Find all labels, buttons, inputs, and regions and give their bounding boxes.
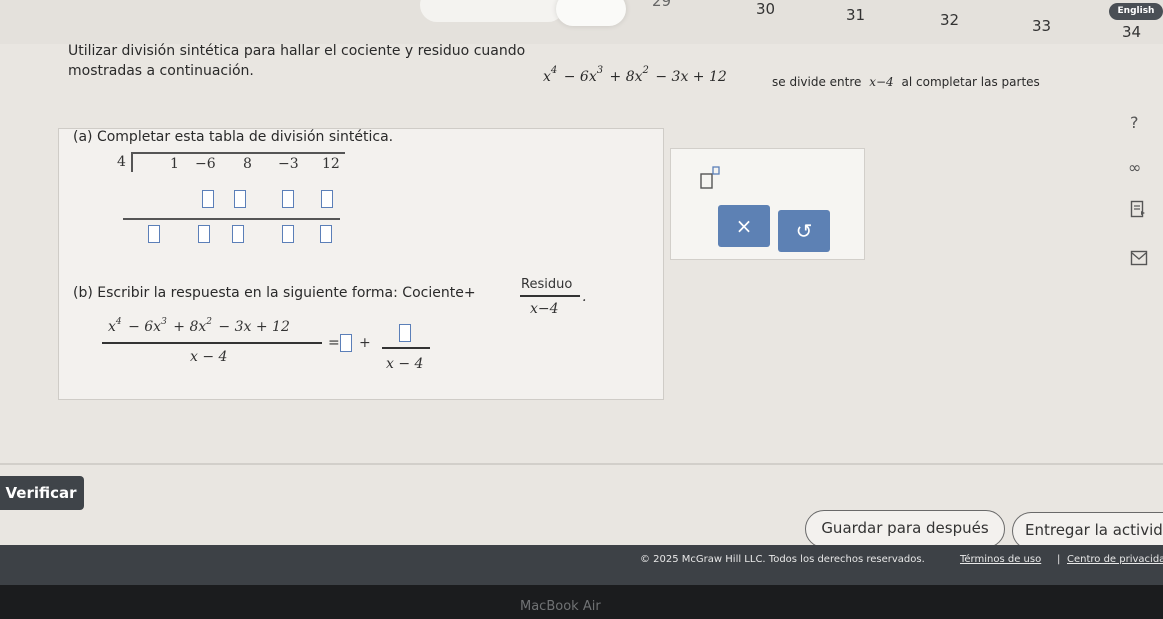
synthetic-product-input-2[interactable] <box>234 190 246 208</box>
question-nav-prev-pill[interactable] <box>420 0 565 22</box>
divisor-expr: x−4 <box>869 75 894 89</box>
plus-sign: + <box>359 335 371 351</box>
coefficient: 8 <box>243 156 252 172</box>
synthetic-divisor-bar <box>131 152 133 172</box>
undo-button[interactable]: ↺ <box>778 210 830 252</box>
synthetic-remainder-input[interactable] <box>320 225 332 243</box>
lhs-denominator: x − 4 <box>190 349 228 365</box>
bezel-brand: MacBook Air <box>520 599 601 614</box>
period: . <box>582 289 587 305</box>
poly-term: + 8x <box>605 69 643 85</box>
poly-exp: 2 <box>206 317 212 327</box>
question-32[interactable]: 32 <box>940 13 959 28</box>
message-icon[interactable] <box>1130 250 1148 266</box>
part-a-label: (a) Completar esta tabla de división sin… <box>73 129 394 145</box>
coefficient: 12 <box>322 156 340 172</box>
answer-card <box>58 128 664 400</box>
synthetic-sum-input-2[interactable] <box>198 225 210 243</box>
poly-exp: 2 <box>642 65 649 76</box>
prompt-line-2: mostradas a continuación. <box>68 63 254 79</box>
bottom-divider <box>0 463 1163 465</box>
exponent-template-icon[interactable] <box>700 166 720 190</box>
copyright-text: © 2025 McGraw Hill LLC. Todos los derech… <box>640 554 925 565</box>
question-nav-current-pill[interactable] <box>556 0 626 26</box>
lhs-fraction-bar <box>102 342 322 344</box>
question-33[interactable]: 33 <box>1032 19 1051 34</box>
help-icon[interactable]: ? <box>1130 115 1139 131</box>
poly-exp: 3 <box>596 65 604 76</box>
poly-exp: 4 <box>550 65 558 76</box>
prompt-divide-text: se divide entre x−4 al completar las par… <box>772 76 1040 88</box>
privacy-link[interactable]: Centro de privacidad <box>1067 555 1163 565</box>
prompt-text: Utilizar división sintética para hallar … <box>68 43 526 59</box>
synthetic-product-input-1[interactable] <box>202 190 214 208</box>
part-b-label: (b) Escribir la respuesta en la siguient… <box>73 285 476 301</box>
coefficient: −6 <box>195 156 216 172</box>
poly-exp: 4 <box>115 317 122 327</box>
footer <box>0 545 1163 585</box>
question-34[interactable]: 34 <box>1122 25 1141 40</box>
verify-button[interactable]: Verificar <box>0 476 84 510</box>
poly-term: − 3x + 12 <box>650 69 727 85</box>
prompt-polynomial: x4 − 6x3 + 8x2 − 3x + 12 <box>543 66 727 85</box>
footer-separator: | <box>1057 554 1061 565</box>
residuo-word: Residuo <box>521 277 573 292</box>
poly-term: + 8x <box>168 319 207 335</box>
part-b-denominator: x−4 <box>530 301 559 317</box>
synthetic-product-input-4[interactable] <box>321 190 333 208</box>
rhs-fraction-bar <box>382 347 430 349</box>
synthetic-product-input-3[interactable] <box>282 190 294 208</box>
prompt-line-1: Utilizar división sintética para hallar … <box>68 44 525 58</box>
synthetic-sum-input-1[interactable] <box>148 225 160 243</box>
question-30[interactable]: 30 <box>756 2 775 17</box>
prompt-text: se divide entre <box>772 75 862 89</box>
coefficient: 1 <box>170 156 179 172</box>
remainder-input[interactable] <box>399 324 411 342</box>
part-b-fraction-bar <box>520 295 580 297</box>
synthetic-sum-bar <box>123 218 340 220</box>
poly-term: x <box>543 69 551 85</box>
question-29[interactable]: 29 <box>652 0 671 9</box>
clear-button[interactable]: × <box>718 205 770 247</box>
rhs-denominator: x − 4 <box>386 356 424 372</box>
terms-link[interactable]: Términos de uso <box>960 555 1041 565</box>
synthetic-sum-input-4[interactable] <box>282 225 294 243</box>
poly-term: x <box>108 319 116 335</box>
coefficient: −3 <box>278 156 299 172</box>
synthetic-top-bar <box>131 152 345 154</box>
poly-term: − 6x <box>559 69 597 85</box>
prompt-text: al completar las partes <box>901 75 1040 89</box>
question-31[interactable]: 31 <box>846 8 865 23</box>
lhs-numerator: x4 − 6x3 + 8x2 − 3x + 12 <box>108 317 290 335</box>
synthetic-divisor: 4 <box>117 154 126 170</box>
ebook-icon[interactable] <box>1130 200 1146 218</box>
infinity-icon[interactable]: ∞ <box>1128 160 1141 176</box>
language-button[interactable]: English <box>1109 3 1163 20</box>
save-for-later-button[interactable]: Guardar para después <box>805 510 1005 548</box>
poly-term: − 6x <box>123 319 162 335</box>
equals-sign: = <box>328 335 340 351</box>
synthetic-sum-input-3[interactable] <box>232 225 244 243</box>
quotient-input[interactable] <box>340 334 352 352</box>
poly-exp: 3 <box>161 317 167 327</box>
poly-term: − 3x + 12 <box>213 319 290 335</box>
